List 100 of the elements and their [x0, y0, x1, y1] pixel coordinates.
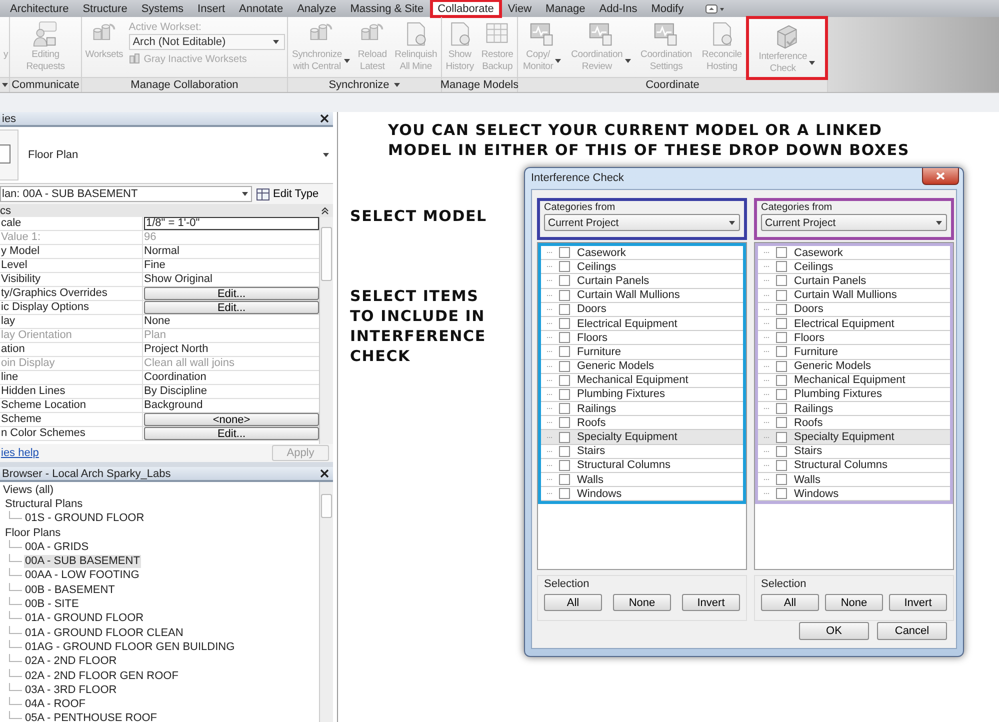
checkbox[interactable] [559, 403, 570, 414]
tree-item[interactable]: 02A - 2ND FLOOR [24, 655, 118, 668]
checkbox[interactable] [559, 346, 570, 358]
category-row[interactable]: Plumbing Fixtures [758, 388, 950, 402]
checkbox[interactable] [559, 360, 570, 372]
ribbon-tab[interactable]: Collaborate [430, 0, 501, 17]
checkbox[interactable] [776, 460, 787, 471]
category-row[interactable]: Electrical Equipment [758, 316, 950, 332]
edit-type-button[interactable]: Edit Type [256, 188, 319, 200]
checkbox[interactable] [559, 304, 570, 315]
ribbon-tab[interactable]: Systems [134, 0, 191, 17]
checkbox[interactable] [776, 275, 787, 286]
quick-access-menu-icon[interactable] [704, 4, 725, 14]
ribbon-tab[interactable]: Manage [538, 0, 592, 17]
category-row[interactable]: Casework [541, 246, 743, 260]
dialog-button[interactable]: OK [799, 622, 869, 640]
checkbox[interactable] [776, 318, 787, 330]
help-link[interactable]: ies help [1, 447, 39, 459]
tree-item[interactable]: 05A - PENTHOUSE ROOF [24, 712, 158, 722]
checkbox[interactable] [559, 446, 570, 457]
checkbox[interactable] [776, 474, 787, 486]
edit-button[interactable]: <none> [144, 413, 319, 426]
checkbox[interactable] [776, 261, 787, 272]
category-row[interactable]: Ceilings [758, 260, 950, 274]
ribbon-tab[interactable]: Architecture [3, 0, 76, 17]
checkbox[interactable] [776, 304, 787, 315]
edit-button[interactable]: Edit... [144, 287, 319, 300]
category-row[interactable]: Plumbing Fixtures [541, 388, 743, 402]
checkbox[interactable] [776, 332, 787, 344]
ribbon-tab[interactable]: Annotate [232, 0, 290, 17]
close-button[interactable] [320, 114, 329, 123]
category-row[interactable]: Generic Models [541, 360, 743, 374]
tree-item[interactable]: 00A - SUB BASEMENT [24, 555, 141, 568]
checkbox[interactable] [559, 318, 570, 330]
selection-button[interactable]: All [761, 594, 819, 611]
close-button[interactable] [922, 168, 959, 185]
category-row[interactable]: Curtain Panels [758, 274, 950, 289]
checkbox[interactable] [559, 247, 570, 258]
collapse-icon[interactable] [321, 206, 329, 214]
category-row[interactable]: Windows [541, 487, 743, 502]
instance-dropdown[interactable]: lan: 00A - SUB BASEMENT [0, 186, 252, 202]
tree-item[interactable]: 04A - ROOF [24, 698, 87, 712]
ribbon-tab[interactable]: Insert [190, 0, 232, 17]
tree-item[interactable]: 03A - 3RD FLOOR [24, 684, 118, 697]
edit-button[interactable]: Edit... [144, 301, 319, 314]
tree-item[interactable]: 01A - GROUND FLOOR CLEAN [24, 626, 184, 640]
tree-item[interactable]: Structural Plans [4, 498, 84, 511]
category-row[interactable]: Structural Columns [758, 458, 950, 473]
tree-item[interactable]: 01A - GROUND FLOOR [24, 612, 145, 626]
ribbon-tab[interactable]: Modify [644, 0, 691, 17]
checkbox[interactable] [559, 290, 570, 301]
categories-dropdown[interactable]: Current Project [544, 214, 740, 231]
category-row[interactable]: Railings [541, 402, 743, 416]
workset-dropdown[interactable]: Arch (Not Editable) [128, 34, 285, 50]
checkbox[interactable] [776, 360, 787, 372]
ribbon-tab[interactable]: Add-Ins [592, 0, 644, 17]
categories-dropdown[interactable]: Current Project [761, 214, 947, 231]
category-row[interactable]: Specialty Equipment [758, 430, 950, 445]
tree-item[interactable]: 02A - 2ND FLOOR GEN ROOF [24, 670, 180, 682]
checkbox[interactable] [559, 374, 570, 386]
checkbox[interactable] [559, 332, 570, 344]
ribbon-tab[interactable]: Structure [76, 0, 134, 17]
category-row[interactable]: Ceilings [541, 260, 743, 274]
checkbox[interactable] [776, 432, 787, 443]
checkbox[interactable] [776, 290, 787, 301]
category-row[interactable]: Doors [758, 302, 950, 317]
category-row[interactable]: Casework [758, 246, 950, 260]
checkbox[interactable] [776, 346, 787, 358]
category-row[interactable]: Furniture [541, 345, 743, 360]
scrollbar[interactable] [319, 482, 333, 722]
tree-item[interactable]: 00B - BASEMENT [24, 584, 116, 597]
checkbox[interactable] [776, 374, 787, 386]
tree-item[interactable]: 00AA - LOW FOOTING [24, 569, 140, 582]
selection-button[interactable]: All [544, 594, 602, 611]
category-row[interactable]: Stairs [758, 444, 950, 459]
checkbox[interactable] [559, 474, 570, 486]
category-row[interactable]: Windows [758, 487, 950, 502]
checkbox[interactable] [559, 388, 570, 400]
scrollbar[interactable] [319, 217, 333, 444]
ribbon-tab[interactable]: Analyze [290, 0, 344, 17]
category-row[interactable]: Generic Models [758, 360, 950, 374]
category-row[interactable]: Railings [758, 402, 950, 416]
tree-item[interactable]: 01AG - GROUND FLOOR GEN BUILDING [24, 640, 236, 654]
tree-item[interactable]: Floor Plans [4, 526, 62, 540]
category-row[interactable]: Mechanical Equipment [758, 374, 950, 388]
category-row[interactable]: Electrical Equipment [541, 316, 743, 332]
checkbox[interactable] [559, 417, 570, 428]
category-row[interactable]: Structural Columns [541, 458, 743, 473]
checkbox[interactable] [559, 460, 570, 471]
checkbox[interactable] [776, 446, 787, 457]
edit-button[interactable]: Edit... [144, 427, 319, 440]
category-row[interactable]: Mechanical Equipment [541, 374, 743, 388]
type-selector[interactable]: Floor Plan [0, 127, 333, 184]
ribbon-tab[interactable]: View [500, 0, 539, 17]
checkbox[interactable] [776, 403, 787, 414]
tree-item[interactable]: 01S - GROUND FLOOR [24, 512, 146, 526]
category-row[interactable]: Walls [541, 473, 743, 488]
category-row[interactable]: Curtain Wall Mullions [758, 288, 950, 303]
checkbox[interactable] [559, 275, 570, 286]
selection-button[interactable]: None [825, 594, 883, 611]
